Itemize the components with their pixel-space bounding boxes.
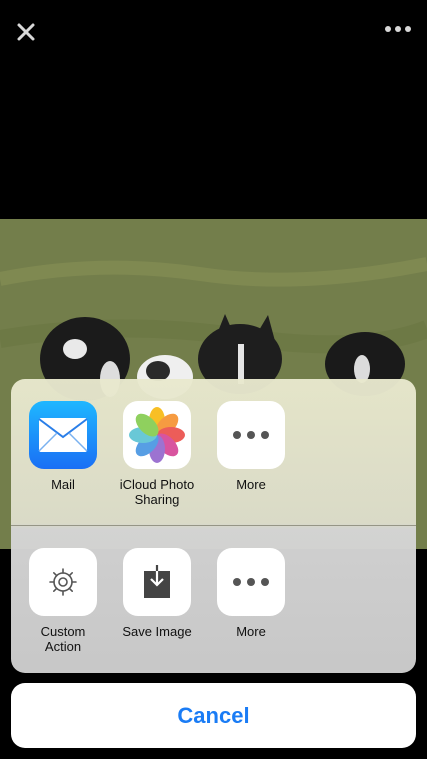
mail-icon	[29, 401, 97, 469]
share-icloud-label: iCloud Photo Sharing	[119, 477, 195, 507]
ellipsis-icon	[217, 548, 285, 616]
action-row: Custom Action Save Image More	[11, 526, 416, 673]
ellipsis-icon	[217, 401, 285, 469]
share-mail[interactable]: Mail	[18, 401, 108, 492]
gear-icon	[29, 548, 97, 616]
share-more-label: More	[236, 477, 266, 492]
share-more[interactable]: More	[206, 401, 296, 492]
share-sheet: Mail iCloud Photo Sharing More Custom Ac…	[11, 379, 416, 673]
share-row: Mail iCloud Photo Sharing More	[11, 379, 416, 526]
share-mail-label: Mail	[51, 477, 75, 492]
action-save-image[interactable]: Save Image	[112, 548, 202, 639]
action-custom-label: Custom Action	[40, 624, 86, 654]
action-save-label: Save Image	[122, 624, 192, 639]
share-icloud-photo-sharing[interactable]: iCloud Photo Sharing	[112, 401, 202, 507]
action-more[interactable]: More	[206, 548, 296, 639]
ellipsis-icon[interactable]	[383, 20, 413, 38]
close-icon[interactable]	[14, 20, 38, 44]
save-image-icon	[123, 548, 191, 616]
action-custom[interactable]: Custom Action	[18, 548, 108, 654]
action-more-label: More	[236, 624, 266, 639]
cancel-button[interactable]: Cancel	[11, 683, 416, 748]
top-bar	[0, 0, 427, 64]
photos-icon	[123, 401, 191, 469]
